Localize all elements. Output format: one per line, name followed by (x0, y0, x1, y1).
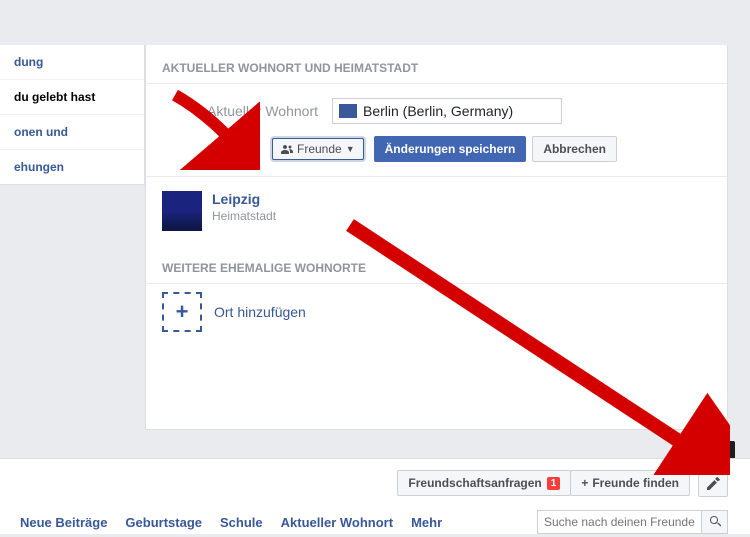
hometown-sub: Heimatstadt (212, 209, 276, 223)
sidebar-item-2[interactable]: onen und (0, 115, 144, 150)
main-panel: AKTUELLER WOHNORT UND HEIMATSTADT Aktuel… (145, 45, 728, 430)
friend-requests-badge: 1 (547, 477, 561, 490)
sidebar-item-label: ehungen (14, 160, 64, 174)
subnav-item-3[interactable]: Aktueller Wohnort (281, 515, 393, 530)
current-city-value: Berlin (Berlin, Germany) (363, 103, 513, 119)
pencil-icon (707, 477, 720, 490)
friends-subnav: Neue Beiträge Geburtstage Schule Aktuell… (0, 500, 750, 534)
find-friends-label: Freunde finden (592, 476, 679, 490)
section-header-other: WEITERE EHEMALIGE WOHNORTE (146, 245, 727, 284)
friends-search-input[interactable] (537, 510, 702, 534)
friends-search-button[interactable] (702, 510, 728, 534)
add-place-button[interactable]: + (162, 292, 202, 332)
current-city-label: Aktueller Wohnort (162, 103, 332, 119)
hometown-name[interactable]: Leipzig (212, 191, 276, 207)
manage-button[interactable] (698, 469, 728, 497)
friends-icon (281, 144, 293, 155)
subnav-item-more[interactable]: Mehr (411, 515, 442, 530)
subnav-item-0[interactable]: Neue Beiträge (20, 515, 107, 530)
save-button[interactable]: Änderungen speichern (374, 136, 527, 162)
section-header-current: AKTUELLER WOHNORT UND HEIMATSTADT (146, 45, 727, 84)
sidebar-item-label: onen und (14, 125, 68, 139)
sidebar-item-0[interactable]: dung (0, 45, 144, 80)
sidebar-item-1[interactable]: du gelebt hast (0, 80, 144, 115)
sidebar-item-3[interactable]: ehungen (0, 150, 144, 184)
place-thumb-icon (339, 104, 357, 118)
privacy-label: Freunde (297, 142, 342, 156)
sidebar-item-label: du gelebt hast (14, 90, 95, 104)
plus-icon: + (581, 476, 588, 490)
find-friends-button[interactable]: + Freunde finden (570, 470, 690, 496)
privacy-selector-button[interactable]: Freunde ▼ (272, 138, 364, 160)
subnav-item-2[interactable]: Schule (220, 515, 263, 530)
subnav-item-1[interactable]: Geburtstage (125, 515, 202, 530)
chevron-down-icon: ▼ (346, 144, 355, 154)
edit-current-city: Aktueller Wohnort Berlin (Berlin, German… (146, 84, 727, 177)
search-icon (709, 516, 721, 528)
sidebar: dung du gelebt hast onen und ehungen (0, 45, 145, 185)
add-place-label[interactable]: Ort hinzufügen (214, 304, 306, 320)
current-city-input[interactable]: Berlin (Berlin, Germany) (332, 98, 562, 124)
cancel-button[interactable]: Abbrechen (532, 136, 617, 162)
place-image (162, 191, 202, 231)
add-place-row: + Ort hinzufügen (146, 284, 727, 352)
friend-requests-button[interactable]: Freundschaftsanfragen 1 (397, 470, 571, 496)
friend-requests-label: Freundschaftsanfragen (408, 476, 541, 490)
sidebar-item-label: dung (14, 55, 43, 69)
hometown-row: Leipzig Heimatstadt (146, 177, 727, 245)
